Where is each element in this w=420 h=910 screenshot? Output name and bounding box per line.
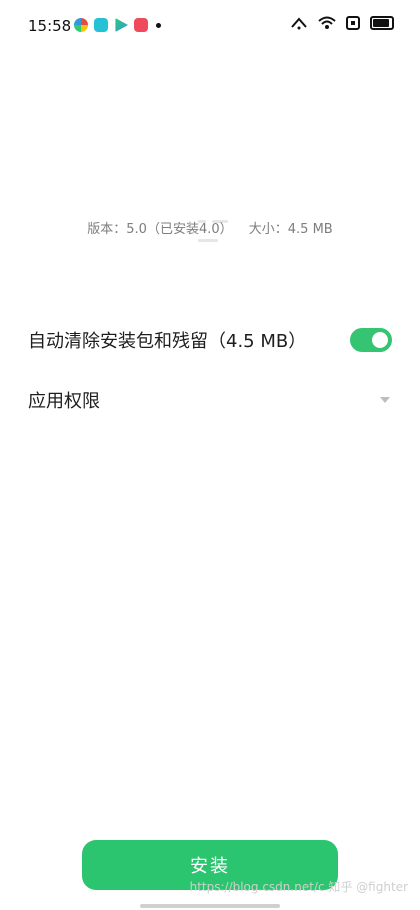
wifi-icon: [318, 16, 336, 29]
message-icon: [94, 18, 108, 32]
chevron-down-icon[interactable]: [378, 395, 392, 405]
app-icon: [134, 18, 148, 32]
toggle-knob: [372, 332, 388, 348]
notification-dot: [156, 22, 161, 28]
status-bar: 15:58: [0, 0, 420, 50]
permissions-row[interactable]: 应用权限: [28, 380, 392, 420]
auto-clean-toggle[interactable]: [350, 328, 392, 352]
notification-icon: [291, 17, 307, 30]
battery-icon: [370, 16, 394, 30]
status-system-icons: [290, 16, 394, 30]
status-app-icons: [74, 18, 161, 32]
auto-clean-label: 自动清除安装包和残留（4.5 MB）: [28, 331, 307, 352]
home-indicator: [140, 904, 280, 908]
auto-clean-row[interactable]: 自动清除安装包和残留（4.5 MB）: [28, 320, 392, 360]
app-name-placeholder: [198, 208, 258, 242]
watermark: https://blog.csdn.net/c 知乎 @fighter: [189, 880, 408, 894]
status-time: 15:58: [28, 17, 72, 35]
sim-icon: [346, 16, 360, 30]
play-icon: [115, 18, 128, 32]
size-text: 大小：4.5 MB: [248, 222, 333, 237]
version-text: 版本：5.0（已安装4.0）: [87, 222, 233, 237]
permissions-label: 应用权限: [28, 391, 100, 412]
camera-icon: [74, 18, 88, 32]
app-meta-row: 版本：5.0（已安装4.0） 大小：4.5 MB: [0, 218, 420, 237]
